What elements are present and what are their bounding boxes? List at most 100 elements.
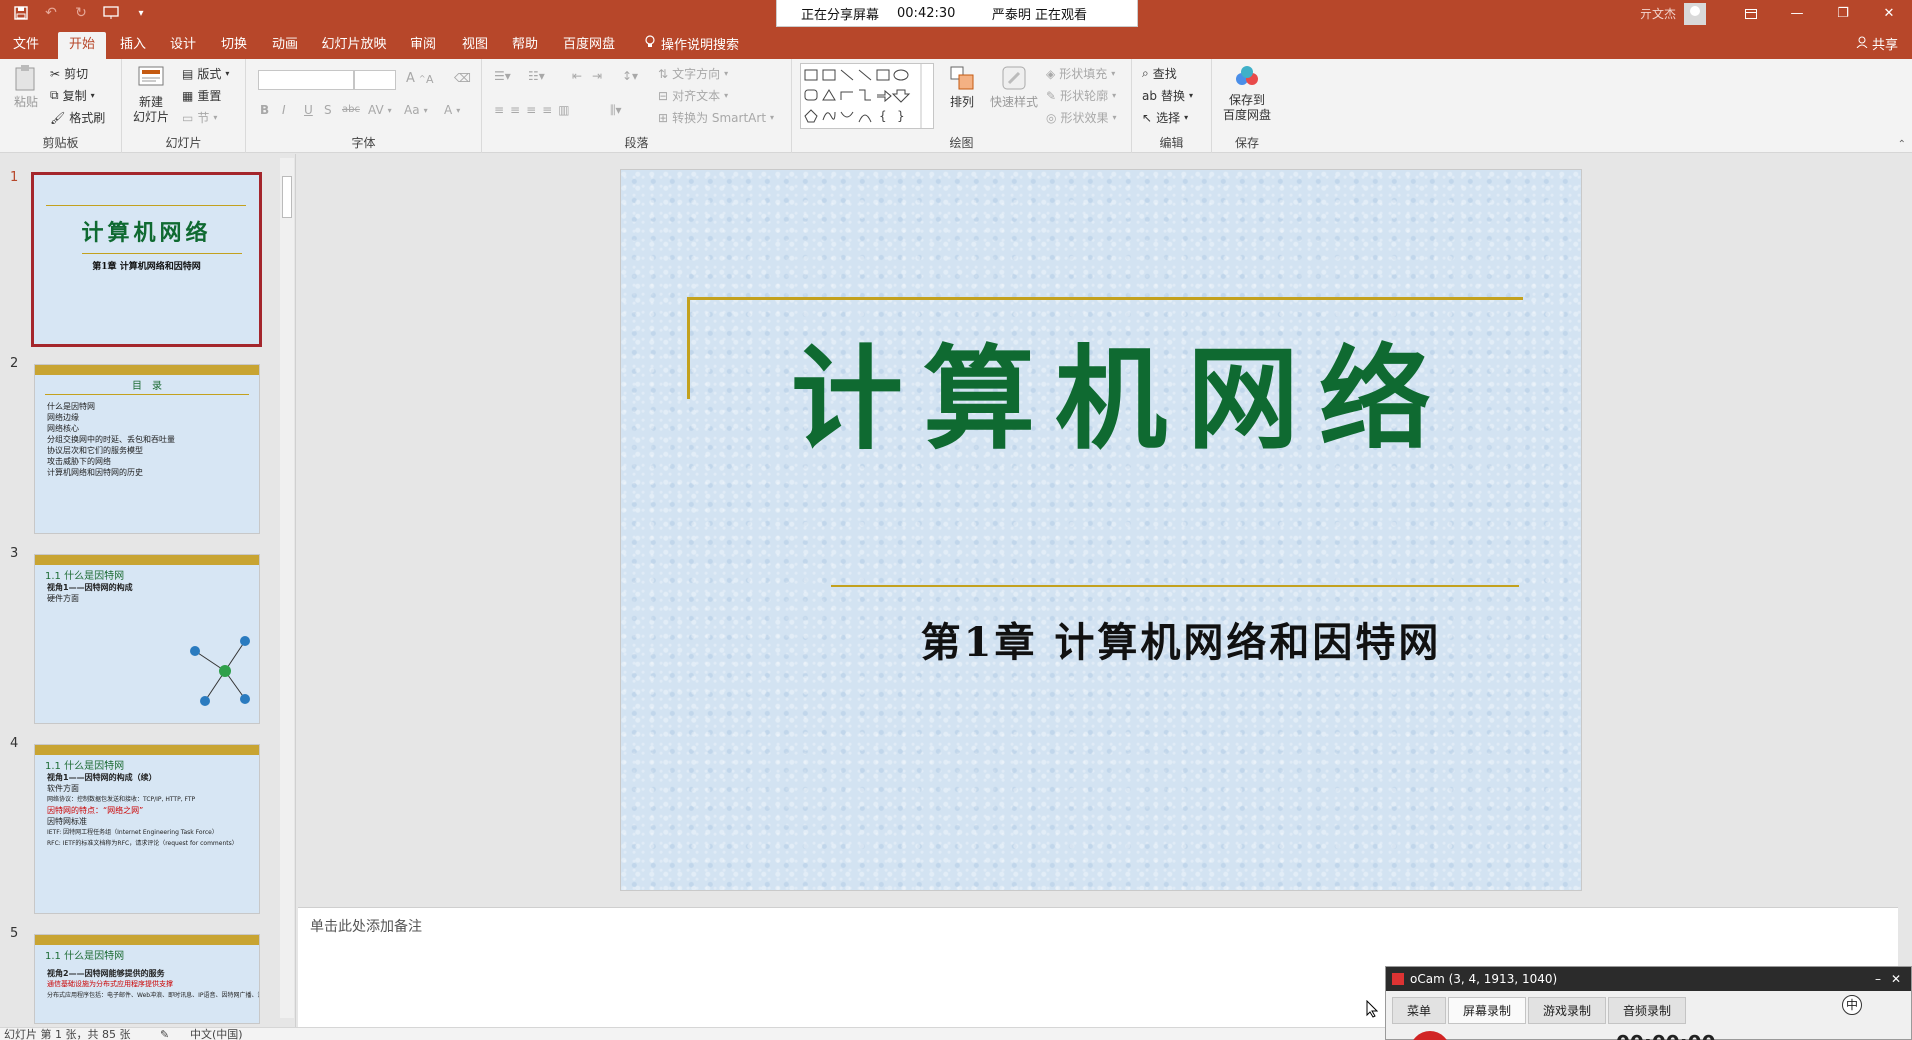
shape-effects-button[interactable]: ◎ 形状效果 ▾ xyxy=(1046,109,1117,126)
spellcheck-icon[interactable]: ✎ xyxy=(160,1028,169,1040)
tab-baidu-netdisk[interactable]: 百度网盘 xyxy=(556,32,622,59)
section-button[interactable]: ▭ 节 ▾ xyxy=(182,109,217,126)
minimize-icon[interactable]: — xyxy=(1774,0,1820,27)
underline-button[interactable]: U xyxy=(304,103,313,117)
line-spacing-icon[interactable]: ↕▾ xyxy=(622,69,638,83)
increase-indent-icon[interactable]: ⇥ xyxy=(592,69,602,83)
font-color-button[interactable]: A ▾ xyxy=(444,103,460,117)
tab-help[interactable]: 帮助 xyxy=(504,32,546,59)
close-icon[interactable]: ✕ xyxy=(1866,0,1912,27)
ocam-tab-game-record[interactable]: 游戏录制 xyxy=(1528,997,1607,1024)
bold-button[interactable]: B xyxy=(260,103,269,117)
smartart-icon: ⊞ xyxy=(658,110,669,125)
thumbnail-scrollbar[interactable] xyxy=(280,158,294,1018)
start-slideshow-icon[interactable] xyxy=(100,3,122,23)
shape-outline-button[interactable]: ✎ 形状轮廓 ▾ xyxy=(1046,87,1116,104)
tab-insert[interactable]: 插入 xyxy=(112,32,154,59)
tab-view[interactable]: 视图 xyxy=(454,32,496,59)
change-case-button[interactable]: Aa ▾ xyxy=(404,103,428,117)
slide-thumbnail-1[interactable]: 计算机网络 第1章 计算机网络和因特网 xyxy=(31,172,262,347)
slide-subtitle[interactable]: 第1章 计算机网络和因特网 xyxy=(831,610,1531,668)
increase-font-size-button[interactable]: A ^ xyxy=(406,71,426,86)
layout-button[interactable]: ▤ 版式 ▾ xyxy=(182,65,229,82)
close-icon[interactable]: ✕ xyxy=(1891,967,1901,991)
svg-text:}: } xyxy=(897,109,905,123)
slide-thumbnail-5[interactable]: 1.1 什么是因特网 视角2——因特网能够提供的服务 通信基础设施为分布式应用程… xyxy=(34,934,260,1024)
current-slide[interactable]: 计算机网络 第1章 计算机网络和因特网 xyxy=(620,169,1582,891)
columns-icon[interactable]: ⫼▾ xyxy=(610,103,622,118)
font-size-combo[interactable] xyxy=(354,70,396,90)
tab-home[interactable]: 开始 xyxy=(58,32,106,59)
collapse-ribbon-icon[interactable]: ⌃ xyxy=(1898,139,1906,150)
language-indicator[interactable]: 中文(中国) xyxy=(190,1028,243,1040)
copy-button[interactable]: ⧉ 复制 ▾ xyxy=(50,87,95,104)
replace-button[interactable]: ab 替换 ▾ xyxy=(1142,87,1193,104)
powerpoint-window: ↶ ↻ ▾ 正在分享屏幕 00:42:30 严泰明 正在观看 亓文杰 — ❐ ✕… xyxy=(0,0,1912,1040)
convert-smartart-button[interactable]: ⊞ 转换为 SmartArt ▾ xyxy=(658,109,774,126)
user-account[interactable]: 亓文杰 xyxy=(1640,0,1707,27)
text-direction-button[interactable]: ⇅ 文字方向 ▾ xyxy=(658,65,728,82)
clear-formatting-icon[interactable]: ⌫ xyxy=(454,71,471,85)
tab-slideshow[interactable]: 幻灯片放映 xyxy=(316,32,392,59)
shapes-gallery[interactable]: {} xyxy=(800,63,934,129)
chevron-down-icon: ▾ xyxy=(213,113,218,122)
tell-me-search[interactable]: 操作说明搜索 xyxy=(636,32,748,59)
tab-transitions[interactable]: 切换 xyxy=(213,32,255,59)
replace-icon: ab xyxy=(1142,88,1157,103)
minimize-icon[interactable]: – xyxy=(1875,967,1881,991)
select-button[interactable]: ↖ 选择 ▾ xyxy=(1142,109,1188,126)
ribbon-tabs: 文件 开始 插入 设计 切换 动画 幻灯片放映 审阅 视图 帮助 百度网盘 操作… xyxy=(0,27,1912,59)
slide-thumbnail-3[interactable]: 1.1 什么是因特网 视角1——因特网的构成 硬件方面 xyxy=(34,554,260,724)
save-to-baidu-button[interactable]: 保存到 百度网盘 xyxy=(1216,61,1278,123)
undo-icon[interactable]: ↶ xyxy=(40,3,62,23)
paste-button[interactable]: 粘贴 xyxy=(6,63,46,110)
slide-title[interactable]: 计算机网络 xyxy=(701,330,1541,470)
editor-scrollbar[interactable] xyxy=(1900,154,1910,907)
align-text-button[interactable]: ⊟ 对齐文本 ▾ xyxy=(658,87,728,104)
tab-file[interactable]: 文件 xyxy=(0,32,52,59)
record-button[interactable] xyxy=(1410,1031,1450,1040)
numbering-icon[interactable]: ☷▾ xyxy=(528,69,545,83)
format-painter-button[interactable]: 🖌 格式刷 xyxy=(50,109,105,126)
notes-placeholder[interactable]: 单击此处添加备注 xyxy=(310,916,422,936)
find-button[interactable]: ⌕ 查找 xyxy=(1142,65,1177,82)
strikethrough-button[interactable]: abc xyxy=(342,104,360,115)
quick-styles-button[interactable]: 快速样式 xyxy=(986,63,1042,110)
ocam-tab-menu[interactable]: 菜单 xyxy=(1392,997,1447,1024)
group-font: A ^ A ⌫ B I U S abc AV ▾ Aa ▾ A ▾ 字体 xyxy=(246,59,482,153)
save-icon[interactable] xyxy=(10,3,32,23)
new-slide-button[interactable]: 新建 幻灯片 xyxy=(128,63,174,125)
decrease-indent-icon[interactable]: ⇤ xyxy=(572,69,582,83)
gold-line-top xyxy=(687,297,1523,300)
char-spacing-button[interactable]: AV ▾ xyxy=(368,103,392,117)
shape-fill-button[interactable]: ◈ 形状填充 ▾ xyxy=(1046,65,1115,82)
cut-button[interactable]: ✂ 剪切 xyxy=(50,65,88,82)
restore-icon[interactable]: ❐ xyxy=(1820,0,1866,27)
ribbon-display-options-icon[interactable] xyxy=(1728,0,1774,27)
scrollbar-thumb[interactable] xyxy=(282,176,292,218)
slide-thumbnail-4[interactable]: 1.1 什么是因特网 视角1——因特网的构成（续） 软件方面 网络协议：控制数据… xyxy=(34,744,260,914)
customize-qat-icon[interactable]: ▾ xyxy=(130,3,152,23)
arrange-button[interactable]: 排列 xyxy=(942,63,982,110)
chevron-down-icon: ▾ xyxy=(770,113,775,122)
slide-thumbnail-2[interactable]: 目 录 什么是因特网 网络边缘 网络核心 分组交换网中的时延、丢包和吞吐量 协议… xyxy=(34,364,260,534)
thumb-line: 分布式应用程序包括：电子邮件、Web冲浪、即时讯息、IP语音、因特网广播、流式视… xyxy=(47,992,259,999)
share-button[interactable]: 共享 xyxy=(1856,34,1898,53)
tab-design[interactable]: 设计 xyxy=(162,32,204,59)
bullets-icon[interactable]: ☰▾ xyxy=(494,69,511,83)
shape-fill-label: 形状填充 xyxy=(1059,67,1108,81)
alignment-buttons[interactable]: ≡≡≡≡▥ xyxy=(494,103,576,117)
decrease-font-size-button[interactable]: A xyxy=(426,73,434,86)
font-name-combo[interactable] xyxy=(258,70,354,90)
ocam-tab-screen-record[interactable]: 屏幕录制 xyxy=(1448,997,1527,1024)
ime-indicator[interactable]: 中 xyxy=(1842,995,1862,1015)
reset-button[interactable]: ▦ 重置 xyxy=(182,87,221,104)
tab-review[interactable]: 审阅 xyxy=(402,32,444,59)
increase-font-label: A xyxy=(406,71,415,86)
tab-animations[interactable]: 动画 xyxy=(264,32,306,59)
italic-button[interactable]: I xyxy=(282,103,286,117)
redo-icon[interactable]: ↻ xyxy=(70,3,92,23)
network-diagram-image xyxy=(185,611,253,711)
ocam-tab-audio-record[interactable]: 音频录制 xyxy=(1608,997,1687,1024)
shadow-button[interactable]: S xyxy=(324,103,332,117)
